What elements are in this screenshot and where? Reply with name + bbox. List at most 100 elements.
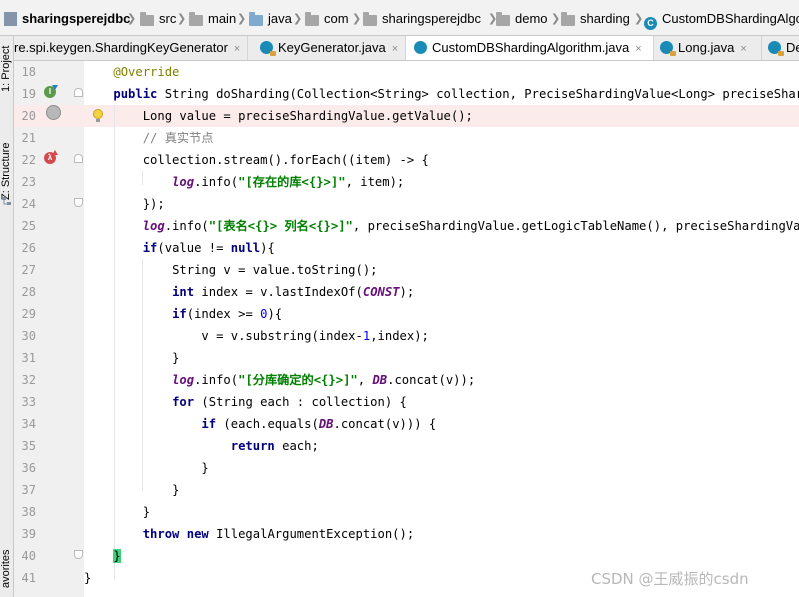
- structure-icon: [2, 197, 11, 205]
- class-icon: [414, 41, 427, 54]
- fold-icon[interactable]: [74, 550, 83, 559]
- chevron-right-icon: ❯: [352, 12, 362, 25]
- code-editor[interactable]: @Override public String doSharding(Colle…: [84, 61, 799, 597]
- tab-long[interactable]: Long.java ×: [654, 36, 762, 60]
- code-line-26: if(value != null){: [142, 241, 275, 255]
- tool-window-strip: 1: Project Z: Structure avorites: [0, 36, 14, 597]
- tab-sharding-key-generator[interactable]: re.spi.keygen.ShardingKeyGenerator ×: [14, 36, 248, 60]
- tab-custom-db-sharding-algorithm[interactable]: CustomDBShardingAlgorithm.java ×: [406, 36, 654, 60]
- line-number: 22: [21, 153, 36, 167]
- fold-icon[interactable]: [74, 88, 83, 97]
- folder-icon: [496, 12, 510, 26]
- code-line-37: }: [172, 483, 180, 497]
- class-icon: [768, 41, 784, 56]
- code-line-18: @Override: [113, 65, 180, 79]
- line-number: 34: [21, 417, 36, 431]
- code-line-25: log.info("[表名<{}> 列名<{}>]", preciseShard…: [142, 219, 799, 233]
- line-number: 30: [21, 329, 36, 343]
- breadcrumb: sharingsperejdbc ❯ src ❯ main ❯ java ❯ c…: [0, 0, 799, 36]
- code-line-27: String v = value.toString();: [172, 263, 378, 277]
- line-number: 32: [21, 373, 36, 387]
- editor-tabs: re.spi.keygen.ShardingKeyGenerator × KeyG…: [14, 36, 799, 61]
- chevron-right-icon: ❯: [293, 12, 303, 25]
- breadcrumb-sharding[interactable]: sharding: [561, 0, 630, 35]
- tab-key-generator[interactable]: KeyGenerator.java ×: [254, 36, 406, 60]
- chevron-right-icon: ❯: [551, 12, 561, 25]
- breadcrumb-java[interactable]: java: [249, 0, 292, 35]
- line-number: 27: [21, 263, 36, 277]
- code-line-39: throw new IllegalArgumentException();: [142, 527, 415, 541]
- folder-icon: [561, 12, 575, 26]
- code-line-19: public String doSharding(Collection<Stri…: [113, 87, 799, 101]
- code-line-28: int index = v.lastIndexOf(CONST);: [172, 285, 415, 299]
- chevron-right-icon: ❯: [127, 12, 137, 25]
- code-line-29: if(index >= 0){: [172, 307, 283, 321]
- code-line-24: });: [142, 197, 165, 211]
- code-line-23: log.info("[存在的库<{}>]", item);: [172, 175, 405, 189]
- tab-de[interactable]: De: [762, 36, 799, 60]
- line-number: 20: [21, 109, 36, 123]
- code-line-38: }: [142, 505, 151, 519]
- close-icon[interactable]: ×: [635, 43, 641, 55]
- code-line-21: // 真实节点: [142, 131, 214, 145]
- folder-icon: [363, 12, 377, 26]
- class-icon: C: [644, 17, 657, 30]
- folder-icon: [140, 12, 154, 26]
- breadcrumb-project[interactable]: sharingsperejdbc: [4, 0, 130, 35]
- line-number: 40: [21, 549, 36, 563]
- code-line-35: return each;: [230, 439, 319, 453]
- close-icon[interactable]: ×: [392, 43, 398, 55]
- line-number: 19: [21, 87, 36, 101]
- code-line-41: }: [84, 571, 92, 585]
- line-number: 18: [21, 65, 36, 79]
- code-line-20: Long value = preciseShardingValue.getVal…: [142, 109, 473, 123]
- code-line-34: if (each.equals(DB.concat(v))) {: [201, 417, 437, 431]
- fold-icon[interactable]: [74, 198, 83, 207]
- line-number: 26: [21, 241, 36, 255]
- line-number: 33: [21, 395, 36, 409]
- line-number: 28: [21, 285, 36, 299]
- close-icon[interactable]: ×: [234, 43, 240, 55]
- folder-icon: [189, 12, 203, 26]
- chevron-right-icon: ❯: [177, 12, 187, 25]
- code-line-30: v = v.substring(index-1,index);: [201, 329, 429, 343]
- code-line-31: }: [172, 351, 180, 365]
- line-number: 39: [21, 527, 36, 541]
- breadcrumb-package[interactable]: sharingsperejdbc: [363, 0, 481, 35]
- breadcrumb-class[interactable]: C CustomDBShardingAlgo: [644, 0, 799, 35]
- class-icon: [260, 41, 276, 56]
- arrow-down-icon: [52, 85, 58, 90]
- line-number: 37: [21, 483, 36, 497]
- breadcrumb-main[interactable]: main: [189, 0, 236, 35]
- chevron-right-icon: ❯: [237, 12, 247, 25]
- code-line-32: log.info("[分库确定的<{}>]", DB.concat(v));: [172, 373, 476, 387]
- favorites-tool-button[interactable]: avorites: [0, 541, 14, 597]
- watermark: CSDN @王威振的csdn: [591, 570, 749, 588]
- chevron-right-icon: ❯: [634, 12, 644, 25]
- line-number: 24: [21, 197, 36, 211]
- breakpoint-icon[interactable]: [46, 105, 61, 120]
- matched-brace: }: [113, 549, 121, 563]
- code-line-40: }: [84, 545, 121, 567]
- line-number: 23: [21, 175, 36, 189]
- line-number: 25: [21, 219, 36, 233]
- line-number: 41: [21, 571, 36, 585]
- arrow-up-icon: [52, 150, 58, 155]
- fold-icon[interactable]: [74, 154, 83, 163]
- class-icon: [660, 41, 676, 56]
- line-number: 36: [21, 461, 36, 475]
- breadcrumb-com[interactable]: com: [305, 0, 349, 35]
- breadcrumb-demo[interactable]: demo: [496, 0, 548, 35]
- close-icon[interactable]: ×: [740, 43, 746, 55]
- folder-icon: [249, 12, 263, 26]
- line-number: 29: [21, 307, 36, 321]
- code-line-22: collection.stream().forEach((item) -> {: [142, 153, 429, 167]
- project-tool-button[interactable]: 1: Project: [0, 40, 14, 98]
- line-number: 35: [21, 439, 36, 453]
- line-number: 21: [21, 131, 36, 145]
- breadcrumb-src[interactable]: src: [140, 0, 176, 35]
- line-number: 31: [21, 351, 36, 365]
- code-line-33: for (String each : collection) {: [172, 395, 407, 409]
- project-icon: [4, 12, 17, 26]
- line-number: 38: [21, 505, 36, 519]
